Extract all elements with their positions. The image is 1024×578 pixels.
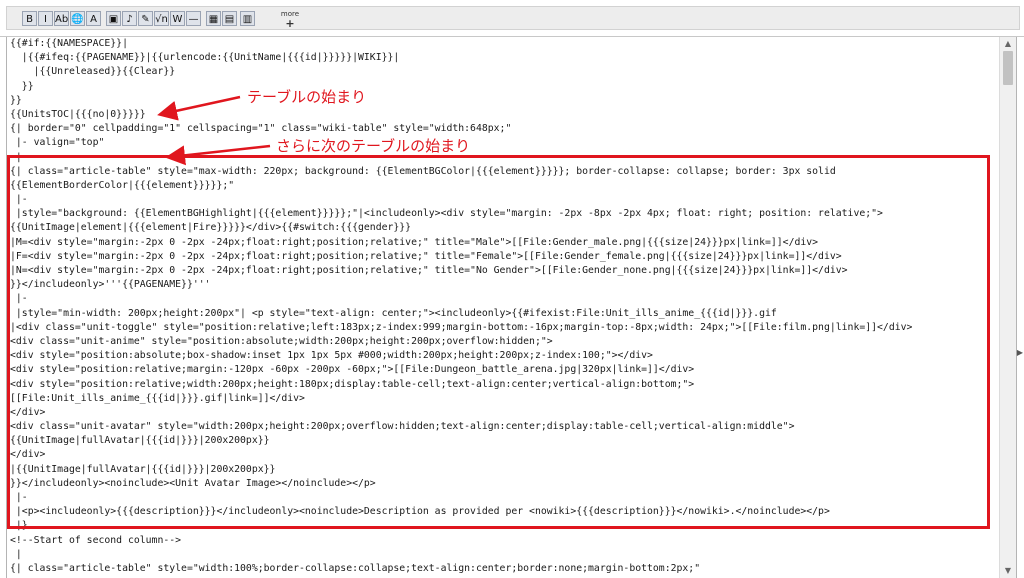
- annotation-arrows: [157, 95, 271, 166]
- annotation-next-table-start: さらに次のテーブルの始まり: [276, 137, 471, 155]
- arrow-2: [165, 144, 271, 166]
- arrow-1: [157, 95, 241, 121]
